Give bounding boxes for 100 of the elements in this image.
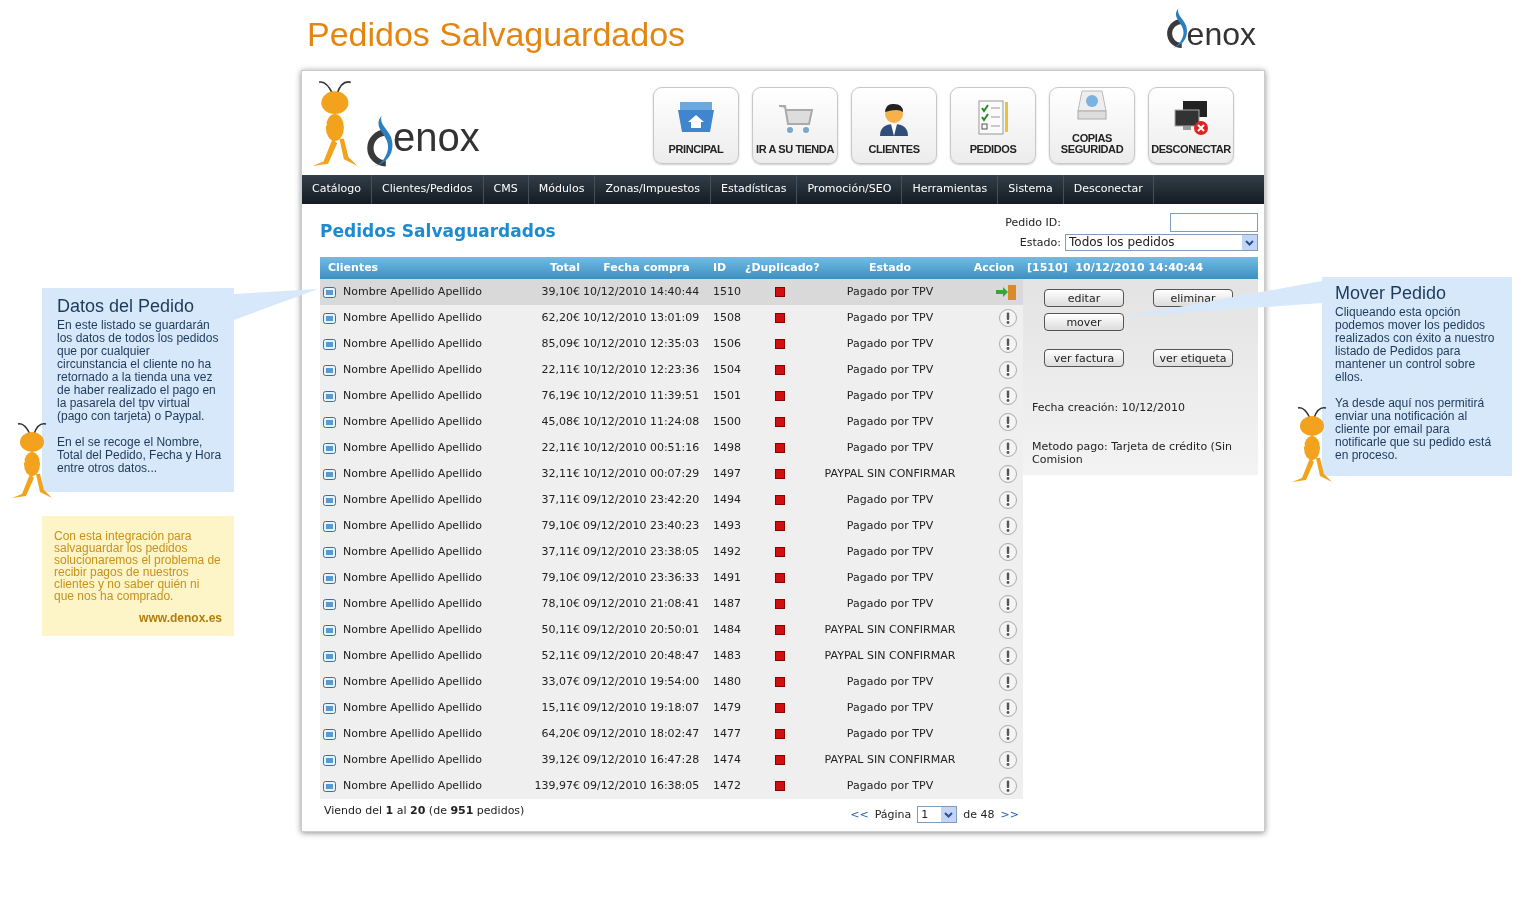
table-cell: Nombre Apellido Apellido [343, 337, 482, 351]
alert-icon[interactable] [999, 361, 1017, 379]
table-cell: Nombre Apellido Apellido [343, 415, 482, 429]
alert-icon[interactable] [999, 543, 1017, 561]
toolbar-button[interactable]: IR A SU TIENDA [752, 87, 838, 164]
action-button[interactable]: ver etiqueta [1153, 349, 1233, 367]
table-cell-text: 09/12/2010 20:50:01 [582, 623, 701, 637]
table-cell-text: 15,11€ [540, 701, 580, 715]
table-cell-text: 64,20€ [540, 727, 580, 741]
results-summary: Viendo del 1 al 20 (de 951 pedidos) [324, 804, 525, 819]
monitor-icon [323, 598, 336, 610]
table-cell-text: Pagado por TPV [845, 675, 935, 689]
column-header: ID [713, 261, 728, 275]
table-cell-text: Pagado por TPV [845, 779, 935, 793]
alert-icon[interactable] [999, 517, 1017, 535]
alert-icon[interactable] [999, 777, 1017, 795]
table-cell: Nombre Apellido Apellido [343, 623, 482, 637]
alert-icon[interactable] [999, 335, 1017, 353]
alert-icon[interactable] [999, 387, 1017, 405]
alert-icon[interactable] [999, 595, 1017, 613]
alert-icon[interactable] [999, 673, 1017, 691]
table-cell: Nombre Apellido Apellido [343, 389, 482, 403]
table-cell: Nombre Apellido Apellido [343, 779, 482, 793]
table-cell-text: 09/12/2010 18:02:47 [582, 727, 701, 741]
alert-icon[interactable] [999, 621, 1017, 639]
callout-text: Cliqueando esta opción podemos mover los pedidos realizados con éxito a nuestro listado de Pedidos para mantener un control sobre ellos. [1335, 306, 1496, 384]
table-cell-text: PAYPAL SIN CONFIRMAR [823, 753, 957, 767]
toolbar-button[interactable]: CLIENTES [851, 87, 937, 164]
table-cell: Nombre Apellido Apellido [343, 311, 482, 325]
table-cell-text: Pagado por TPV [845, 441, 935, 455]
table-cell-text: Pagado por TPV [845, 519, 935, 533]
menu-item[interactable]: CMS [483, 175, 529, 204]
table-cell: Nombre Apellido Apellido [343, 493, 482, 507]
alert-icon[interactable] [999, 647, 1017, 665]
table-cell-text: 22,11€ [540, 363, 580, 377]
action-button[interactable]: ver factura [1044, 349, 1124, 367]
table-cell-text: 37,11€ [540, 545, 580, 559]
detail-heading: [1510] 10/12/2010 14:40:44 [1026, 261, 1205, 275]
table-cell-text: PAYPAL SIN CONFIRMAR [823, 623, 957, 637]
alert-icon[interactable] [999, 413, 1017, 431]
page-select[interactable]: 1 [917, 806, 958, 823]
table-cell: Nombre Apellido Apellido [343, 441, 482, 455]
table-cell-text: 1497 [713, 467, 742, 481]
table-cell-text: PAYPAL SIN CONFIRMAR [823, 649, 957, 663]
previous-page-link[interactable]: << [850, 807, 869, 822]
table-cell-text: 10/12/2010 13:01:09 [582, 311, 701, 325]
table-cell-text: Pagado por TPV [845, 311, 935, 325]
table-cell-text: 45,08€ [540, 415, 580, 429]
table-cell-text: 1493 [713, 519, 742, 533]
menu-item[interactable]: Catálogo [302, 175, 372, 204]
menu-item[interactable]: Promoción/SEO [797, 175, 903, 204]
table-row[interactable]: Nombre Apellido Apellido 39,10€ 10/12/2010 14:40:44 1510 Pagado por TPV [320, 279, 1023, 305]
alert-icon[interactable] [999, 309, 1017, 327]
toolbar-button[interactable]: COPIAS SEGURIDAD [1049, 87, 1135, 164]
table-cell-text: Pagado por TPV [845, 415, 935, 429]
status-select[interactable]: Todos los pedidos [1065, 234, 1258, 251]
payment-method-text: Metodo pago: Tarjeta de crédito (Sin Comision [1032, 440, 1233, 467]
table-cell-text: 62,20€ [540, 311, 580, 325]
toolbar-button[interactable]: PEDIDOS [950, 87, 1036, 164]
alert-icon[interactable] [999, 751, 1017, 769]
table-cell-text: 50,11€ [540, 623, 580, 637]
action-button[interactable]: editar [1044, 289, 1124, 307]
menu-item[interactable]: Módulos [528, 175, 596, 204]
table-cell-text: Pagado por TPV [845, 337, 935, 351]
order-id-field[interactable] [1170, 213, 1258, 232]
action-button[interactable]: mover [1044, 313, 1124, 331]
alert-icon[interactable] [999, 725, 1017, 743]
menu-item[interactable]: Desconectar [1063, 175, 1154, 204]
menu-item[interactable]: Clientes/Pedidos [372, 175, 484, 204]
toolbar-button[interactable]: DESCONECTAR [1148, 87, 1234, 164]
table-cell-text: Pagado por TPV [845, 701, 935, 715]
table-cell: Nombre Apellido Apellido [343, 519, 482, 533]
next-page-link[interactable]: >> [1000, 807, 1019, 822]
section-title: Pedidos Salvaguardados [320, 221, 556, 242]
column-header: Fecha compra [602, 261, 691, 275]
table-cell-text: 1487 [713, 597, 742, 611]
alert-icon[interactable] [999, 491, 1017, 509]
table-cell-text: 32,11€ [540, 467, 580, 481]
monitor-icon [323, 338, 336, 350]
table-cell-text: Pagado por TPV [845, 363, 935, 377]
monitor-icon [323, 416, 336, 428]
table-cell-text: 1477 [713, 727, 742, 741]
alert-icon[interactable] [999, 699, 1017, 717]
menu-item[interactable]: Sistema [998, 175, 1064, 204]
menu-item[interactable]: Estadísticas [711, 175, 798, 204]
table-cell-text: 10/12/2010 11:24:08 [582, 415, 701, 429]
alert-icon[interactable] [999, 569, 1017, 587]
menu-item[interactable]: Zonas/Impuestos [595, 175, 711, 204]
table-cell: Nombre Apellido Apellido [343, 701, 482, 715]
table-cell-text: 39,10€ [540, 285, 580, 299]
callout-text: Ya desde aquí nos permitirá enviar una notificación al cliente por email para notificarle que su pedido está en proceso. [1335, 397, 1493, 462]
table-cell-text: 1483 [713, 649, 742, 663]
table-cell: Nombre Apellido Apellido [343, 363, 482, 377]
alert-icon[interactable] [999, 465, 1017, 483]
column-header: Clientes [327, 261, 380, 275]
table-cell-text: 22,11€ [540, 441, 580, 455]
alert-icon[interactable] [999, 439, 1017, 457]
table-cell-text: 37,11€ [540, 493, 580, 507]
menu-item[interactable]: Herramientas [902, 175, 999, 204]
toolbar-button[interactable]: PRINCIPAL [653, 87, 739, 164]
